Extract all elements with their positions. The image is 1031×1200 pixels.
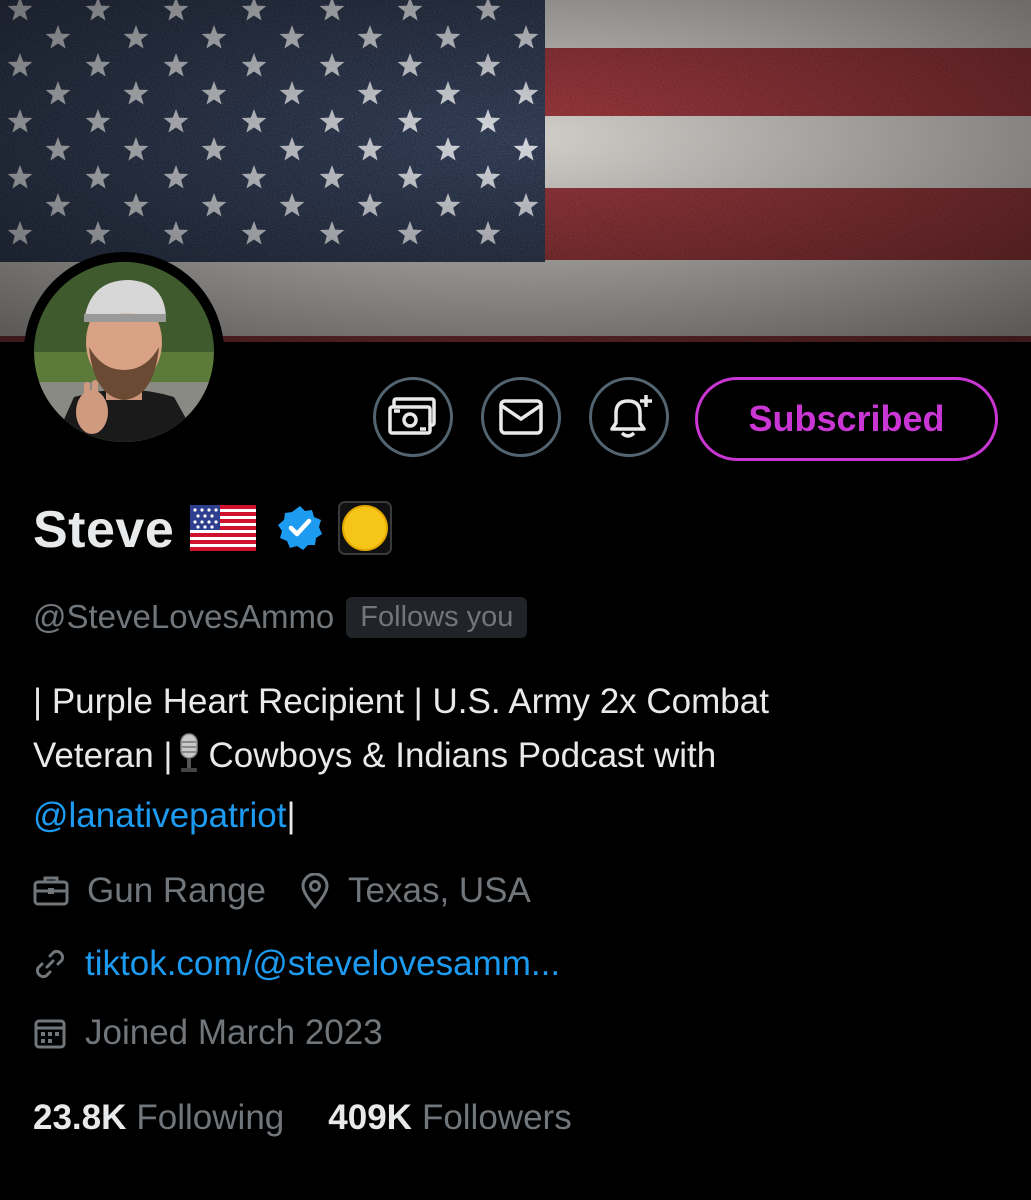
- location-label: Texas, USA: [348, 871, 531, 910]
- followers-stat[interactable]: 409K Followers: [328, 1098, 571, 1138]
- followers-count: 409K: [328, 1098, 412, 1137]
- username-handle: @SteveLovesAmmo: [33, 598, 335, 635]
- subscribed-button[interactable]: Subscribed: [695, 377, 998, 461]
- profile-avatar[interactable]: [24, 252, 224, 452]
- tip-button[interactable]: [373, 377, 453, 457]
- profile-meta-row: Gun Range Texas, USA: [33, 866, 565, 916]
- followers-label: Followers: [421, 1098, 572, 1137]
- handle-row: @SteveLovesAmmo Follows you: [33, 592, 528, 642]
- notifications-button[interactable]: [589, 377, 669, 457]
- bio-line: | Purple Heart Recipient | U.S. Army 2x …: [33, 682, 769, 721]
- message-button[interactable]: [481, 377, 561, 457]
- profile-name-row: Steve: [33, 498, 393, 562]
- category-label: Gun Range: [87, 871, 267, 910]
- joined-item: Joined March 2023: [33, 1013, 383, 1053]
- following-label: Following: [136, 1098, 285, 1137]
- joined-date: Joined March 2023: [85, 1013, 383, 1052]
- website-link[interactable]: tiktok.com/@stevelovesamm...: [85, 944, 560, 984]
- us-flag-emoji-icon: [190, 504, 257, 556]
- location-item: Texas, USA: [300, 871, 531, 911]
- affiliate-badge-icon[interactable]: [338, 500, 393, 560]
- following-stat[interactable]: 23.8K Following: [33, 1098, 284, 1138]
- website-item[interactable]: tiktok.com/@stevelovesamm...: [33, 944, 560, 984]
- link-icon: [35, 949, 65, 979]
- avatar-photo: [34, 262, 214, 442]
- bio-line: Veteran | Cowboys & Indians Podcast with: [33, 729, 993, 789]
- bio-text: |: [286, 796, 296, 835]
- following-count: 23.8K: [33, 1098, 127, 1137]
- bio-line: @lanativepatriot|: [33, 789, 993, 843]
- bio-mention-link[interactable]: @lanativepatriot: [33, 796, 286, 835]
- joined-row: Joined March 2023: [33, 1008, 417, 1058]
- calendar-icon: [34, 1019, 66, 1049]
- profile-bio: | Purple Heart Recipient | U.S. Army 2x …: [33, 675, 993, 843]
- microphone-icon: [176, 733, 202, 789]
- verified-badge-icon[interactable]: [276, 504, 324, 557]
- website-row: tiktok.com/@stevelovesamm...: [33, 939, 594, 989]
- money-icon: [388, 397, 436, 435]
- category-item: Gun Range: [33, 871, 266, 911]
- location-pin-icon: [301, 873, 329, 909]
- follows-you-badge: Follows you: [346, 596, 528, 638]
- follow-stats: 23.8K Following 409K Followers: [33, 1093, 616, 1143]
- briefcase-icon: [33, 876, 69, 906]
- bell-plus-icon: [610, 395, 652, 438]
- display-name: Steve: [33, 501, 175, 559]
- bio-text: Cowboys & Indians Podcast with: [208, 736, 717, 775]
- bio-text: Veteran |: [33, 736, 173, 775]
- envelope-icon: [499, 399, 543, 435]
